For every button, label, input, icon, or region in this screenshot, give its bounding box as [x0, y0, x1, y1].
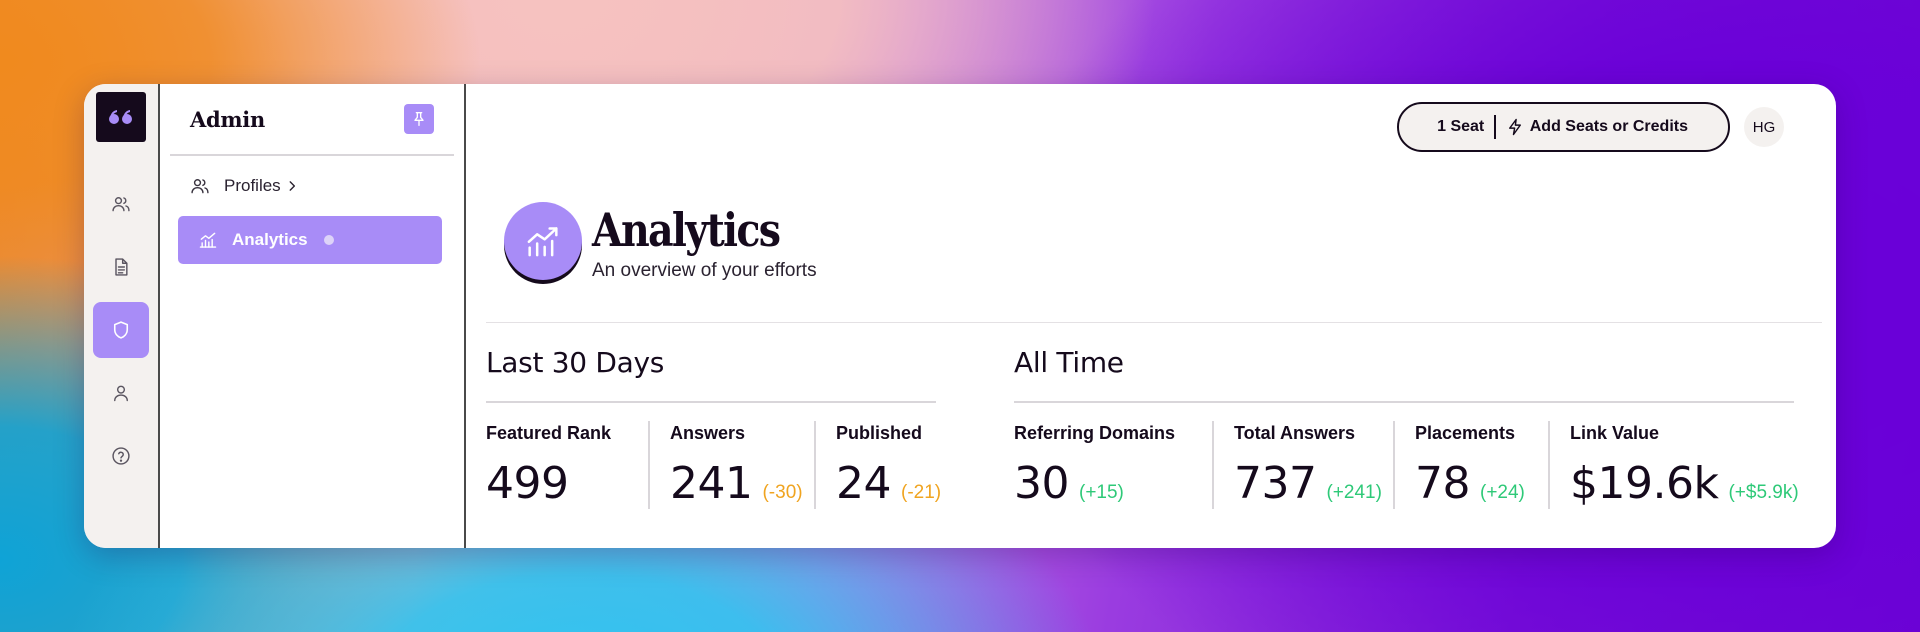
- stat-featured-rank: Featured Rank 499: [486, 423, 612, 509]
- users-icon: [112, 197, 130, 212]
- sidebar-title: Admin: [190, 106, 265, 132]
- avatar-initials: HG: [1752, 118, 1776, 136]
- page-header: Analytics An overview of your efforts: [504, 202, 817, 284]
- sidebar-header: Admin: [170, 84, 454, 156]
- icon-rail: [84, 84, 160, 548]
- last-30-days-section: Last 30 Days Featured Rank 499 Answers 2…: [486, 346, 941, 509]
- seats-pill[interactable]: 1 Seat Add Seats or Credits: [1397, 102, 1730, 152]
- quote-logo-icon[interactable]: [96, 92, 146, 142]
- rail-users-button[interactable]: [93, 176, 149, 232]
- seat-divider: [1494, 115, 1496, 139]
- delta-value: (+$5.9k): [1728, 482, 1799, 503]
- chart-icon: [199, 232, 217, 248]
- page-title: Analytics: [592, 203, 781, 257]
- topbar: 1 Seat Add Seats or Credits HG: [1397, 102, 1784, 152]
- pin-icon: [414, 112, 424, 126]
- page-subtitle: An overview of your efforts: [592, 260, 817, 281]
- rail-account-button[interactable]: [93, 365, 149, 421]
- rail-admin-button[interactable]: [93, 302, 149, 358]
- admin-sidebar: Admin Profiles Analytics: [160, 84, 466, 548]
- shield-icon: [113, 321, 129, 339]
- header-divider: [486, 322, 1822, 323]
- sidebar-item-profiles[interactable]: Profiles: [170, 162, 454, 210]
- all-time-section: All Time Referring Domains 30 (+15) Tota…: [1014, 346, 1799, 509]
- chevron-right-icon: [289, 181, 295, 191]
- rail-help-button[interactable]: [93, 428, 149, 484]
- section-title: All Time: [1014, 346, 1124, 379]
- rail-documents-button[interactable]: [93, 239, 149, 295]
- stat-total-answers: Total Answers 737 (+241): [1212, 421, 1393, 509]
- stat-link-value: Link Value $19.6k (+$5.9k): [1548, 421, 1799, 509]
- section-title: Last 30 Days: [486, 346, 665, 379]
- delta-value: (-21): [901, 482, 942, 503]
- app-window: Admin Profiles Analytics 1 Seat Add Seat…: [84, 84, 1836, 548]
- stat-published: Published 24 (-21): [814, 421, 941, 509]
- sidebar-item-label: Profiles: [224, 176, 281, 195]
- seat-count: 1 Seat: [1437, 118, 1485, 135]
- chart-icon: [527, 227, 558, 257]
- add-seats-button[interactable]: Add Seats or Credits: [1506, 118, 1688, 136]
- sidebar-item-analytics[interactable]: Analytics: [178, 216, 442, 264]
- delta-value: (+241): [1326, 482, 1382, 503]
- avatar[interactable]: HG: [1744, 107, 1784, 147]
- delta-value: (+24): [1480, 482, 1525, 503]
- delta-value: (+15): [1079, 482, 1124, 503]
- user-icon: [114, 385, 128, 402]
- analytics-header-icon: [504, 202, 582, 284]
- stat-answers: Answers 241 (-30): [648, 421, 814, 509]
- delta-value: (-30): [762, 482, 803, 503]
- pin-sidebar-button[interactable]: [404, 104, 434, 134]
- help-circle-icon: [112, 447, 130, 465]
- users-icon: [191, 179, 209, 194]
- main-content: 1 Seat Add Seats or Credits HG Analytics…: [466, 84, 1836, 548]
- add-seats-label: Add Seats or Credits: [1529, 118, 1688, 135]
- lightning-icon: [1508, 118, 1521, 136]
- document-icon: [115, 258, 128, 276]
- stat-referring-domains: Referring Domains 30 (+15): [1014, 423, 1176, 509]
- sidebar-item-label: Analytics: [232, 230, 308, 249]
- stat-placements: Placements 78 (+24): [1393, 421, 1548, 509]
- active-indicator-dot: [323, 235, 334, 245]
